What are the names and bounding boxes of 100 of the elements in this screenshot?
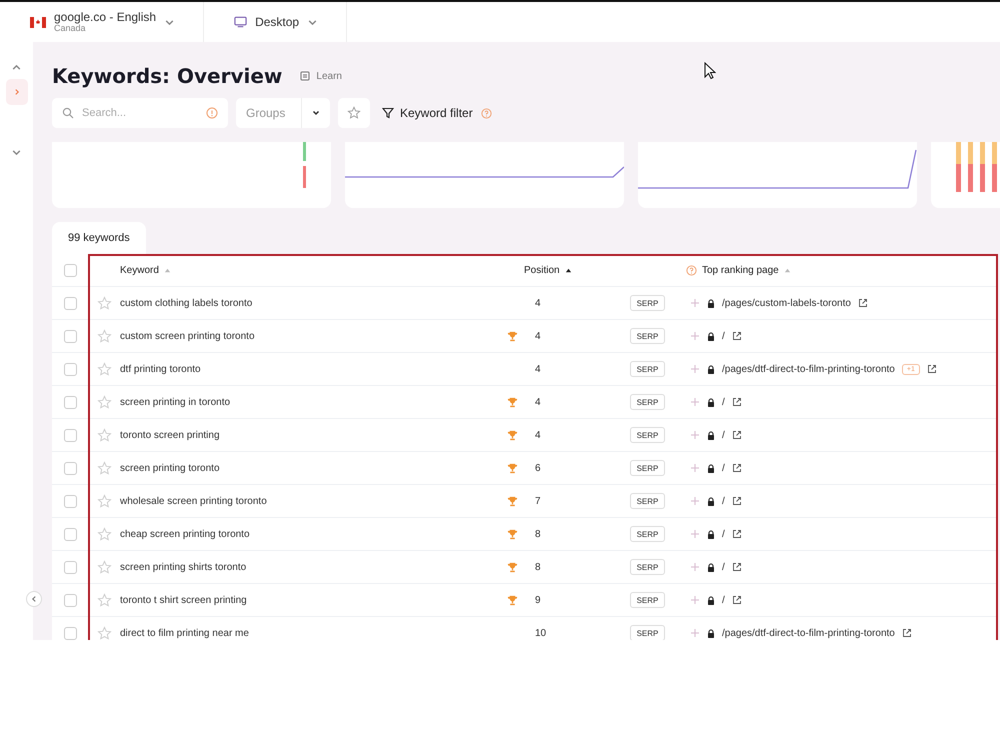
external-link-icon[interactable] [732, 331, 742, 341]
serp-button[interactable]: SERP [630, 625, 665, 640]
star-icon[interactable] [96, 394, 112, 410]
device-label[interactable]: Desktop [255, 15, 300, 29]
search-field[interactable]: Search... [52, 98, 228, 128]
page-url[interactable]: / [722, 462, 725, 474]
checkbox[interactable] [64, 296, 76, 310]
star-icon[interactable] [96, 362, 112, 376]
serp-button[interactable]: SERP [630, 295, 665, 311]
serp-button[interactable]: SERP [630, 460, 665, 476]
plus-icon[interactable] [690, 496, 700, 506]
page-url[interactable]: / [722, 496, 725, 506]
plus-icon[interactable] [690, 463, 700, 473]
sort-icon[interactable] [564, 266, 572, 274]
serp-button[interactable]: SERP [630, 526, 665, 542]
serp-button[interactable]: SERP [630, 328, 665, 344]
lock-icon [707, 332, 715, 340]
page-url[interactable]: / [722, 430, 725, 440]
plus-icon[interactable] [690, 529, 700, 539]
lock-icon [707, 398, 715, 406]
checkbox[interactable] [64, 396, 76, 408]
serp-button[interactable]: SERP [630, 592, 665, 608]
external-link-icon[interactable] [732, 397, 742, 407]
learn-link[interactable]: Learn [300, 70, 342, 82]
star-icon[interactable] [96, 328, 112, 344]
external-link-icon[interactable] [732, 562, 742, 572]
external-link-icon[interactable] [732, 430, 742, 440]
page-url[interactable]: / [722, 396, 725, 408]
star-icon[interactable] [96, 526, 112, 542]
checkbox[interactable] [64, 528, 76, 540]
checkbox[interactable] [64, 264, 76, 276]
bar-sparkline [303, 142, 306, 188]
info-icon[interactable] [206, 107, 218, 119]
checkbox[interactable] [64, 494, 76, 508]
position-cell-text: 7 [534, 496, 542, 506]
help-icon[interactable] [686, 264, 697, 276]
plus-icon[interactable] [690, 595, 700, 605]
help-icon[interactable] [480, 108, 492, 118]
search-engine-label[interactable]: google.co - English [54, 10, 156, 24]
external-link-icon[interactable] [732, 496, 742, 506]
external-link-icon[interactable] [926, 364, 937, 374]
checkbox[interactable] [64, 362, 76, 376]
serp-button[interactable]: SERP [630, 361, 665, 377]
plus-icon[interactable] [690, 397, 700, 407]
position-cell-text: 10 [534, 628, 548, 638]
lock-icon [707, 496, 715, 506]
column-header[interactable]: Keyword [120, 264, 159, 276]
plus-icon[interactable] [690, 430, 700, 440]
star-icon[interactable] [96, 494, 112, 508]
external-link-icon[interactable] [732, 463, 742, 473]
chevron-right-icon [12, 88, 20, 96]
chevron-left-icon [30, 595, 38, 603]
star-icon[interactable] [96, 626, 112, 640]
column-header[interactable]: Position [524, 264, 560, 276]
page-url[interactable]: /pages/dtf-direct-to-film-printing-toronto [722, 364, 895, 374]
star-icon[interactable] [96, 592, 112, 608]
external-link-icon[interactable] [902, 628, 912, 638]
checkbox[interactable] [64, 560, 76, 574]
keyword-filter-button[interactable]: Keyword filter [378, 106, 473, 120]
checkbox[interactable] [64, 626, 76, 640]
sidebar-item[interactable] [6, 79, 28, 105]
search-icon [62, 107, 74, 119]
plus-icon[interactable] [690, 364, 700, 374]
star-icon[interactable] [96, 560, 112, 574]
tab[interactable]: 99 keywords [52, 222, 146, 254]
mouse-cursor-icon [704, 62, 716, 80]
favorites-button[interactable] [338, 98, 370, 128]
page-url[interactable]: / [722, 594, 725, 606]
plus-icon[interactable] [690, 562, 700, 572]
serp-button[interactable]: SERP [630, 394, 665, 410]
page-url[interactable]: / [722, 330, 725, 342]
star-icon[interactable] [96, 296, 112, 310]
external-link-icon[interactable] [858, 298, 868, 308]
serp-button[interactable]: SERP [630, 493, 665, 509]
lock-icon [707, 464, 715, 472]
search-input[interactable]: Search... [80, 106, 200, 120]
lock-icon [707, 364, 715, 374]
star-icon[interactable] [96, 428, 112, 442]
position-cell-text: 4 [534, 298, 542, 308]
checkbox[interactable] [64, 330, 76, 342]
plus-icon[interactable] [690, 298, 700, 308]
plus-icon[interactable] [690, 628, 700, 638]
checkbox[interactable] [64, 462, 76, 474]
serp-button[interactable]: SERP [630, 427, 665, 443]
position-cell-text: 4 [534, 364, 542, 374]
external-link-icon[interactable] [732, 595, 742, 605]
page-url[interactable]: / [722, 528, 725, 540]
column-header[interactable]: Top ranking page [702, 264, 779, 276]
checkbox[interactable] [64, 594, 76, 606]
external-link-icon[interactable] [732, 529, 742, 539]
plus-icon[interactable] [690, 331, 700, 341]
position-cell-text: 6 [534, 462, 542, 474]
page-url[interactable]: /pages/custom-labels-toronto [722, 298, 851, 308]
star-icon[interactable] [96, 460, 112, 476]
checkbox[interactable] [64, 428, 76, 442]
keyword-cell-text: cheap screen printing toronto [120, 528, 251, 540]
page-url[interactable]: /pages/dtf-direct-to-film-printing-toronto [722, 628, 895, 638]
page-url[interactable]: / [722, 562, 725, 572]
collapse-sidebar-button[interactable] [26, 591, 42, 607]
serp-button[interactable]: SERP [630, 559, 665, 575]
